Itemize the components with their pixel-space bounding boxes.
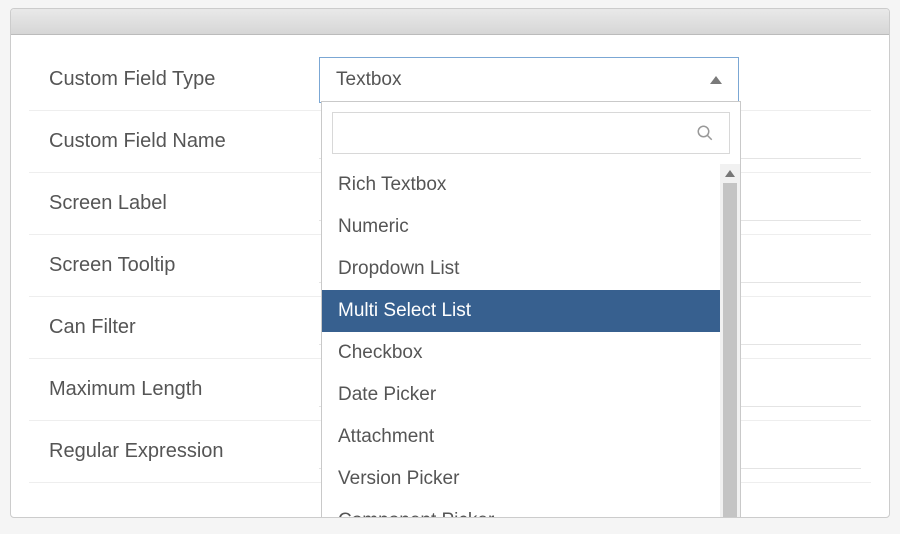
dialog-window: Custom Field Type Textbox Custom Field N…: [10, 8, 890, 518]
titlebar: [11, 9, 889, 35]
option-version-picker[interactable]: Version Picker: [322, 458, 720, 500]
label-regular-expression: Regular Expression: [29, 440, 319, 463]
option-date-picker[interactable]: Date Picker: [322, 374, 720, 416]
input-cell-custom-field-type: Textbox: [319, 57, 871, 103]
dropdown-search-wrap: [322, 102, 740, 164]
scrollbar-thumb[interactable]: [723, 183, 737, 518]
option-component-picker[interactable]: Component Picker: [322, 500, 720, 518]
dropdown-scrollbar[interactable]: [720, 164, 740, 518]
option-multi-select-list[interactable]: Multi Select List: [322, 290, 720, 332]
option-rich-textbox[interactable]: Rich Textbox: [322, 164, 720, 206]
dropdown-list-wrap: Rich Textbox Numeric Dropdown List Multi…: [322, 164, 740, 518]
custom-field-type-combobox[interactable]: Textbox: [319, 57, 739, 103]
label-custom-field-type: Custom Field Type: [29, 68, 319, 91]
option-attachment[interactable]: Attachment: [322, 416, 720, 458]
label-screen-label: Screen Label: [29, 192, 319, 215]
chevron-up-icon: [710, 76, 722, 84]
label-maximum-length: Maximum Length: [29, 378, 319, 401]
label-custom-field-name: Custom Field Name: [29, 130, 319, 153]
label-can-filter: Can Filter: [29, 316, 319, 339]
custom-field-type-dropdown: Rich Textbox Numeric Dropdown List Multi…: [321, 101, 741, 518]
form-content: Custom Field Type Textbox Custom Field N…: [11, 35, 889, 497]
dropdown-option-list: Rich Textbox Numeric Dropdown List Multi…: [322, 164, 720, 518]
option-dropdown-list[interactable]: Dropdown List: [322, 248, 720, 290]
combobox-selected-value: Textbox: [336, 69, 401, 91]
option-numeric[interactable]: Numeric: [322, 206, 720, 248]
scrollbar-up-icon: [725, 170, 735, 177]
label-screen-tooltip: Screen Tooltip: [29, 254, 319, 277]
option-checkbox[interactable]: Checkbox: [322, 332, 720, 374]
dropdown-search-input[interactable]: [332, 112, 730, 154]
